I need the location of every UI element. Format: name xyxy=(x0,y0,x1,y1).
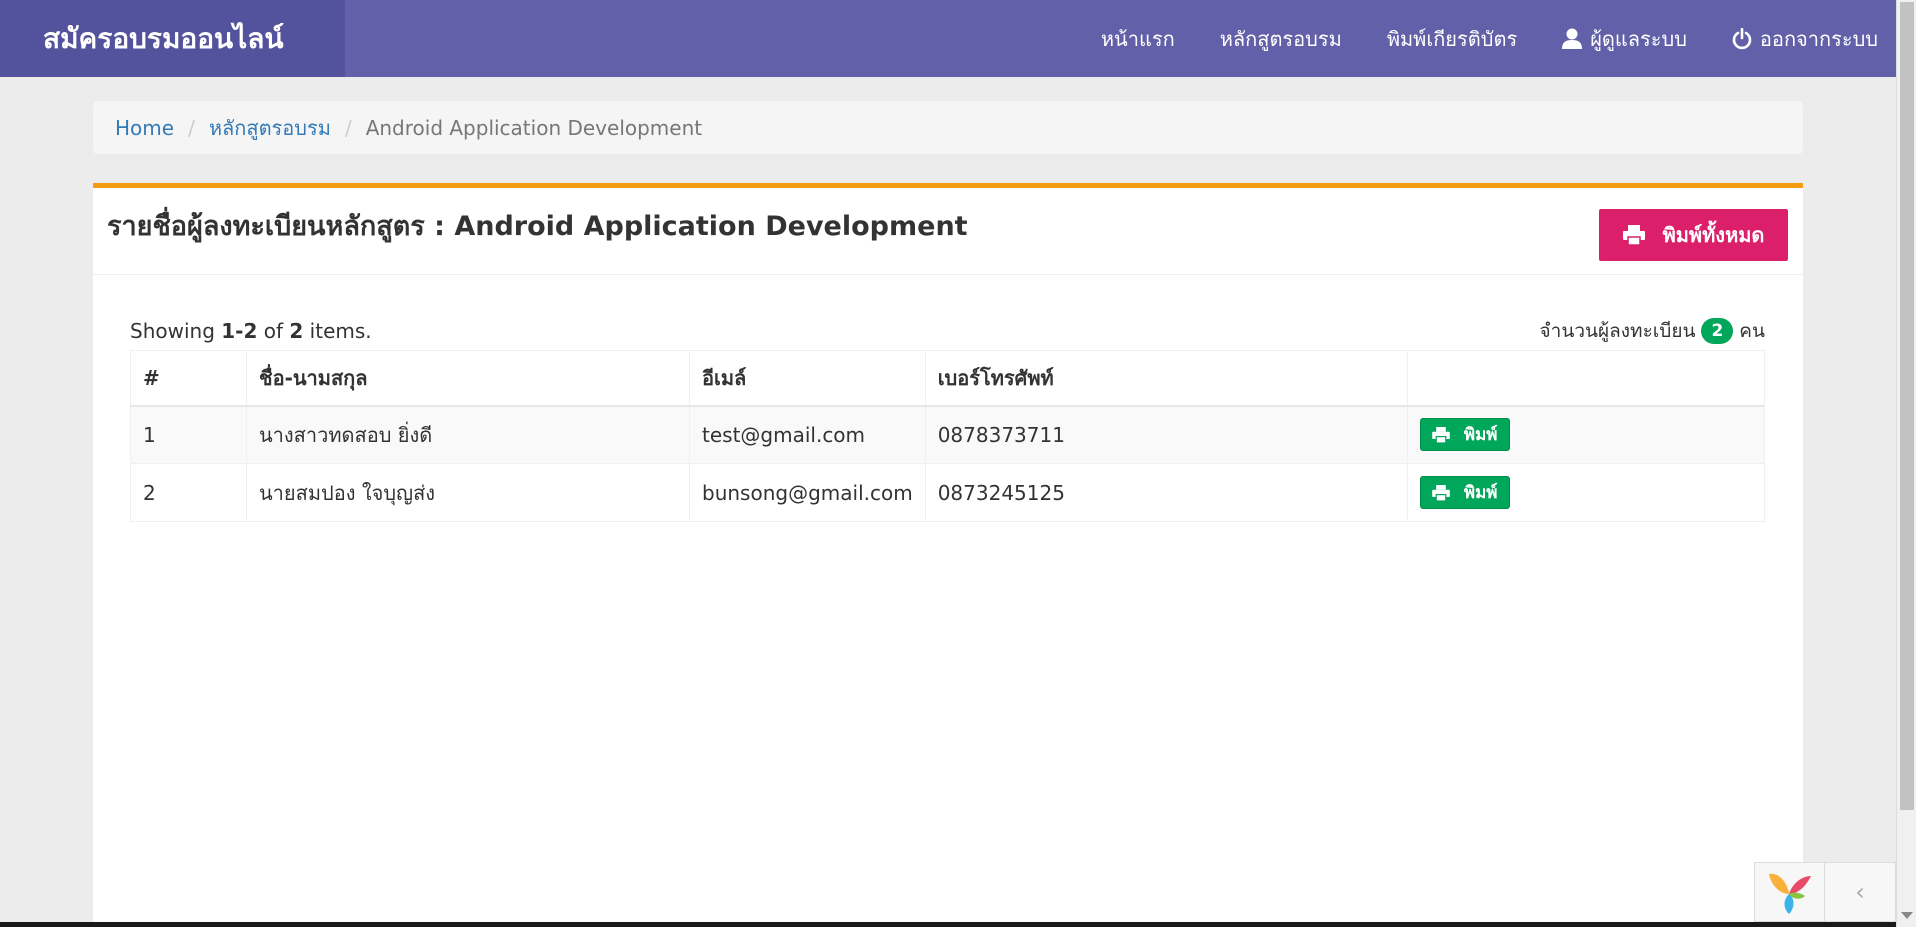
registrant-count-unit: คน xyxy=(1739,320,1765,342)
printer-icon xyxy=(1432,426,1450,443)
chevron-down-icon[interactable] xyxy=(1901,912,1913,919)
table-header-row: # ชื่อ-นามสกุล อีเมล์ เบอร์โทรศัพท์ xyxy=(130,350,1766,407)
breadcrumb-courses[interactable]: หลักสูตรอบรม xyxy=(209,112,331,144)
nav-item-courses[interactable]: หลักสูตรอบรม xyxy=(1220,23,1342,55)
registrant-count-badge: 2 xyxy=(1701,318,1734,344)
nav-item-label: ผู้ดูแลระบบ xyxy=(1590,26,1687,51)
printer-icon xyxy=(1622,225,1645,245)
breadcrumb-home[interactable]: Home xyxy=(115,116,174,140)
nav-item-label: หน้าแรก xyxy=(1100,26,1175,51)
panel-header: รายชื่อผู้ลงทะเบียนหลักสูตร : Android Ap… xyxy=(93,188,1803,275)
breadcrumb: Home / หลักสูตรอบรม / Android Applicatio… xyxy=(93,101,1803,154)
summary-range: 1-2 xyxy=(221,319,258,343)
print-button-label: พิมพ์ xyxy=(1463,483,1498,503)
column-header-actions xyxy=(1406,350,1766,407)
column-header-phone[interactable]: เบอร์โทรศัพท์ xyxy=(924,350,1408,407)
registrant-count: จำนวนผู้ลงทะเบียน 2 คน xyxy=(1540,316,1765,346)
column-header-number[interactable]: # xyxy=(130,350,247,407)
nav-item-label: ออกจากระบบ xyxy=(1759,26,1878,51)
summary-of: of xyxy=(257,319,290,343)
cell-phone: 0873245125 xyxy=(924,463,1408,522)
breadcrumb-separator: / xyxy=(344,115,352,140)
cell-number: 2 xyxy=(130,463,247,522)
registrant-count-label: จำนวนผู้ลงทะเบียน xyxy=(1539,320,1696,342)
debug-toolbar: ‹ xyxy=(1754,862,1896,922)
nav-item-label: พิมพ์เกียรติบัตร xyxy=(1386,26,1518,51)
print-button-label: พิมพ์ xyxy=(1463,425,1498,446)
cell-name: นายสมปอง ใจบุญส่ง xyxy=(246,463,690,522)
printer-icon xyxy=(1432,484,1450,501)
print-all-button[interactable]: พิมพ์ทั้งหมด xyxy=(1599,209,1788,261)
nav-item-home[interactable]: หน้าแรก xyxy=(1101,23,1175,55)
cell-email: test@gmail.com xyxy=(689,405,926,464)
registrants-table: # ชื่อ-นามสกุล อีเมล์ เบอร์โทรศัพท์ 1 นา… xyxy=(130,350,1766,522)
yii-logo-icon[interactable] xyxy=(1755,863,1825,921)
print-button[interactable]: พิมพ์ xyxy=(1419,476,1510,509)
nav-item-label: หลักสูตรอบรม xyxy=(1219,26,1342,51)
brand-title[interactable]: สมัครอบรมออนไลน์ xyxy=(0,0,345,77)
cell-actions: พิมพ์ xyxy=(1406,463,1766,522)
nav-menu: หน้าแรก หลักสูตรอบรม พิมพ์เกียรติบัตร ผู… xyxy=(1056,0,1878,77)
nav-item-admin[interactable]: ผู้ดูแลระบบ xyxy=(1562,23,1687,55)
summary-suffix: items. xyxy=(303,319,372,343)
registrants-panel: รายชื่อผู้ลงทะเบียนหลักสูตร : Android Ap… xyxy=(93,183,1803,927)
column-header-email[interactable]: อีเมล์ xyxy=(689,350,926,407)
scrollbar-thumb[interactable] xyxy=(1900,2,1914,810)
summary-total: 2 xyxy=(289,319,304,343)
table-row: 2 นายสมปอง ใจบุญส่ง bunsong@gmail.com 08… xyxy=(130,463,1766,522)
vertical-scrollbar[interactable] xyxy=(1896,0,1916,927)
pagination-summary: Showing 1-2 of 2 items. xyxy=(130,319,372,343)
print-all-label: พิมพ์ทั้งหมด xyxy=(1662,223,1765,247)
summary-prefix: Showing xyxy=(130,319,222,343)
table-row: 1 นางสาวทดสอบ ยิ่งดี test@gmail.com 0878… xyxy=(130,405,1766,464)
breadcrumb-separator: / xyxy=(188,115,195,140)
cell-name: นางสาวทดสอบ ยิ่งดี xyxy=(246,405,690,464)
taskbar-edge xyxy=(0,922,1896,927)
cell-phone: 0878373711 xyxy=(924,405,1408,464)
breadcrumb-current: Android Application Development xyxy=(365,115,703,140)
cell-actions: พิมพ์ xyxy=(1406,405,1766,464)
user-icon xyxy=(1562,28,1583,50)
nav-item-print-certificate[interactable]: พิมพ์เกียรติบัตร xyxy=(1387,23,1517,55)
top-navbar: สมัครอบรมออนไลน์ หน้าแรก หลักสูตรอบรม พิ… xyxy=(0,0,1896,77)
cell-number: 1 xyxy=(130,405,247,464)
print-button[interactable]: พิมพ์ xyxy=(1419,418,1510,452)
page-title: รายชื่อผู้ลงทะเบียนหลักสูตร : Android Ap… xyxy=(107,211,968,242)
column-header-name[interactable]: ชื่อ-นามสกุล xyxy=(246,350,690,407)
cell-email: bunsong@gmail.com xyxy=(689,463,926,522)
chevron-left-icon[interactable]: ‹ xyxy=(1825,863,1895,921)
power-icon xyxy=(1732,27,1752,50)
nav-item-logout[interactable]: ออกจากระบบ xyxy=(1732,23,1878,55)
